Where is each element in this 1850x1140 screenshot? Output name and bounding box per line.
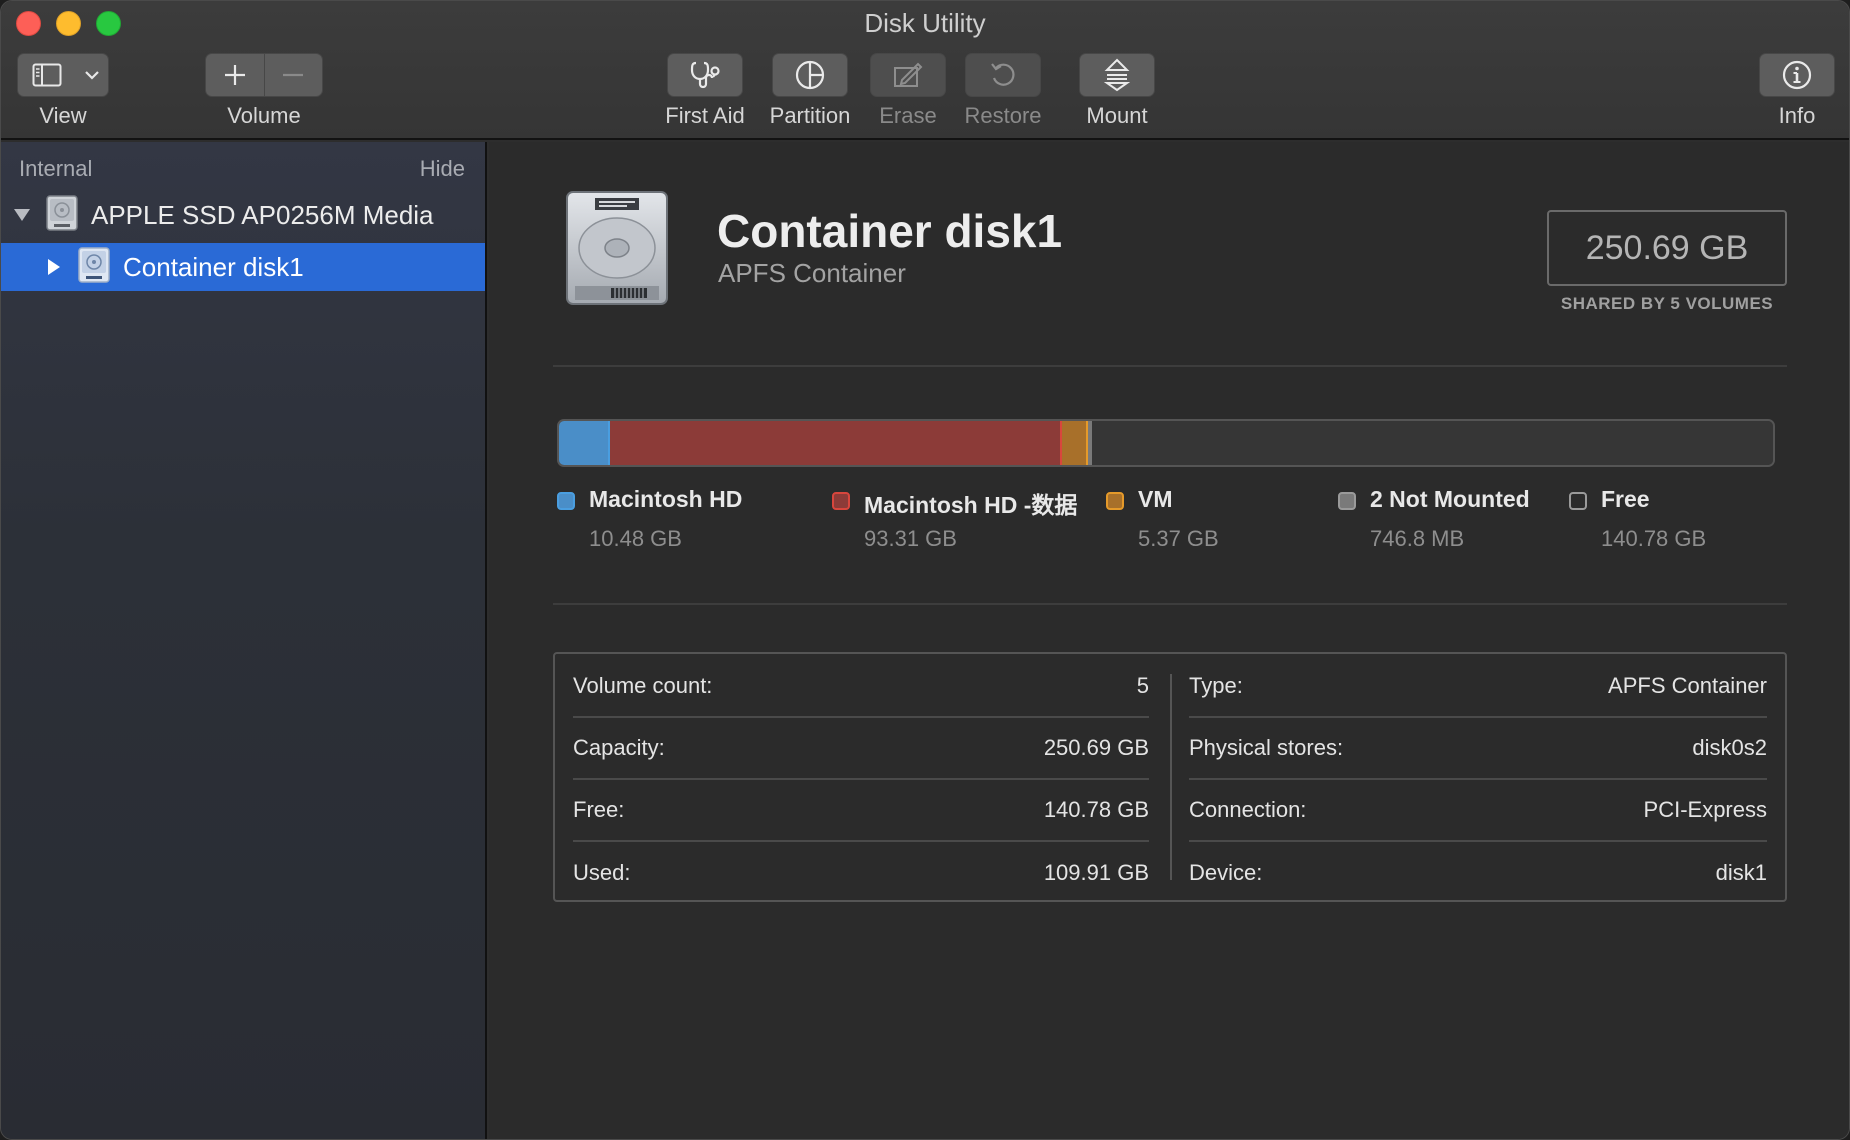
restore-label: Restore [964,103,1042,128]
mount-icon [1080,54,1154,96]
usage-segment [1091,421,1773,465]
disk-utility-window: Disk Utility View Volume First Aid Parti… [0,0,1850,1140]
usage-bar [557,419,1775,467]
disclosure-closed-icon[interactable] [41,258,67,276]
first-aid-button[interactable] [667,53,743,97]
add-volume-button[interactable] [206,54,264,96]
hard-drive-icon [45,194,79,237]
view-button[interactable] [17,53,109,97]
pie-icon [773,54,847,96]
volume-buttons [205,53,323,97]
info-column-divider [1170,674,1172,880]
hard-drive-large-icon [559,190,675,313]
info-label: Info [1778,103,1816,128]
info-value: 140.78 GB [1043,797,1149,822]
plus-icon [224,65,245,85]
minus-icon [283,73,304,77]
mount-label: Mount [1086,103,1148,128]
info-value: disk0s2 [1692,735,1767,760]
mount-button[interactable] [1079,53,1155,97]
info-value: PCI-Express [1643,797,1767,822]
erase-button[interactable] [870,53,946,97]
info-key: Free: [573,797,625,822]
info-value: 109.91 GB [1043,860,1149,885]
erase-label: Erase [879,103,937,128]
info-key: Physical stores: [1189,735,1344,760]
info-key: Type: [1189,673,1243,698]
sidebar-item-label: APPLE SSD AP0256M Media [91,199,434,230]
info-row: Physical stores: disk0s2 [1189,718,1767,780]
info-key: Volume count: [573,673,713,698]
partition-button[interactable] [772,53,848,97]
info-row: Device: disk1 [1189,842,1767,904]
legend-name: Free [1601,486,1650,512]
restore-icon [966,54,1040,96]
restore-button[interactable] [965,53,1041,97]
legend-size: 93.31 GB [864,526,957,551]
hide-section-button[interactable]: Hide [420,156,465,182]
usage-segment [559,421,610,465]
legend-name: Macintosh HD [589,486,743,512]
size-caption: SHARED BY 5 VOLUMES [1560,294,1774,313]
legend-swatch [557,492,575,510]
usage-segment [609,421,1062,465]
legend-swatch [1338,492,1356,510]
legend-name: Macintosh HD -数据 [864,492,1078,518]
sidebar-section-internal: Internal [19,156,93,181]
erase-icon [871,54,945,96]
info-key: Used: [573,860,631,885]
info-row: Volume count: 5 [573,656,1149,718]
info-row: Type: APFS Container [1189,656,1767,718]
divider [553,603,1787,605]
info-key: Device: [1189,860,1263,885]
usage-segment [1061,421,1088,465]
info-value: disk1 [1715,860,1767,885]
sidebar: Internal Hide APPLE SSD AP0256M Media Co… [1,142,487,1139]
window-title: Disk Utility [864,8,986,38]
info-value: 5 [1136,673,1149,698]
sidebar-item-disk[interactable]: APPLE SSD AP0256M Media [1,191,485,239]
info-row: Used: 109.91 GB [573,842,1149,904]
first-aid-label: First Aid [665,103,745,128]
info-table: Volume count: 5 Capacity: 250.69 GB Free: 140… [553,652,1787,902]
legend-swatch [832,492,850,510]
chevron-down-icon[interactable] [76,54,108,96]
info-value: 250.69 GB [1043,735,1149,760]
divider [553,365,1787,367]
view-label: View [39,103,87,128]
container-title: Container disk1 [717,205,1063,257]
detail-pane: Container disk1 APFS Container 250.69 GB… [489,142,1849,1139]
toolbar: Disk Utility View Volume First Aid Parti… [1,1,1849,140]
legend-swatch [1569,492,1587,510]
info-icon [1760,54,1834,96]
info-key: Capacity: [573,735,665,760]
remove-volume-button[interactable] [263,54,322,96]
legend-name: 2 Not Mounted [1370,486,1530,512]
sidebar-icon[interactable] [18,54,76,96]
info-row: Free: 140.78 GB [573,780,1149,842]
legend-size: 746.8 MB [1370,526,1465,551]
container-size: 250.69 GB [1547,210,1787,286]
info-value: APFS Container [1608,673,1767,698]
sidebar-item-label: Container disk1 [123,251,304,282]
legend-size: 5.37 GB [1138,526,1219,551]
legend-size: 140.78 GB [1601,526,1707,551]
partition-label: Partition [769,103,851,128]
info-row: Capacity: 250.69 GB [573,718,1149,780]
stethoscope-icon [668,54,742,96]
volume-label: Volume [227,103,301,128]
disclosure-open-icon[interactable] [9,208,35,222]
container-subtitle: APFS Container [718,258,906,288]
legend-swatch [1106,492,1124,510]
info-key: Connection: [1189,797,1307,822]
legend-size: 10.48 GB [589,526,682,551]
info-row: Connection: PCI-Express [1189,780,1767,842]
container-drive-icon [77,246,111,289]
info-button[interactable] [1759,53,1835,97]
legend-name: VM [1138,486,1173,512]
sidebar-item-container-disk1[interactable]: Container disk1 [1,243,485,291]
